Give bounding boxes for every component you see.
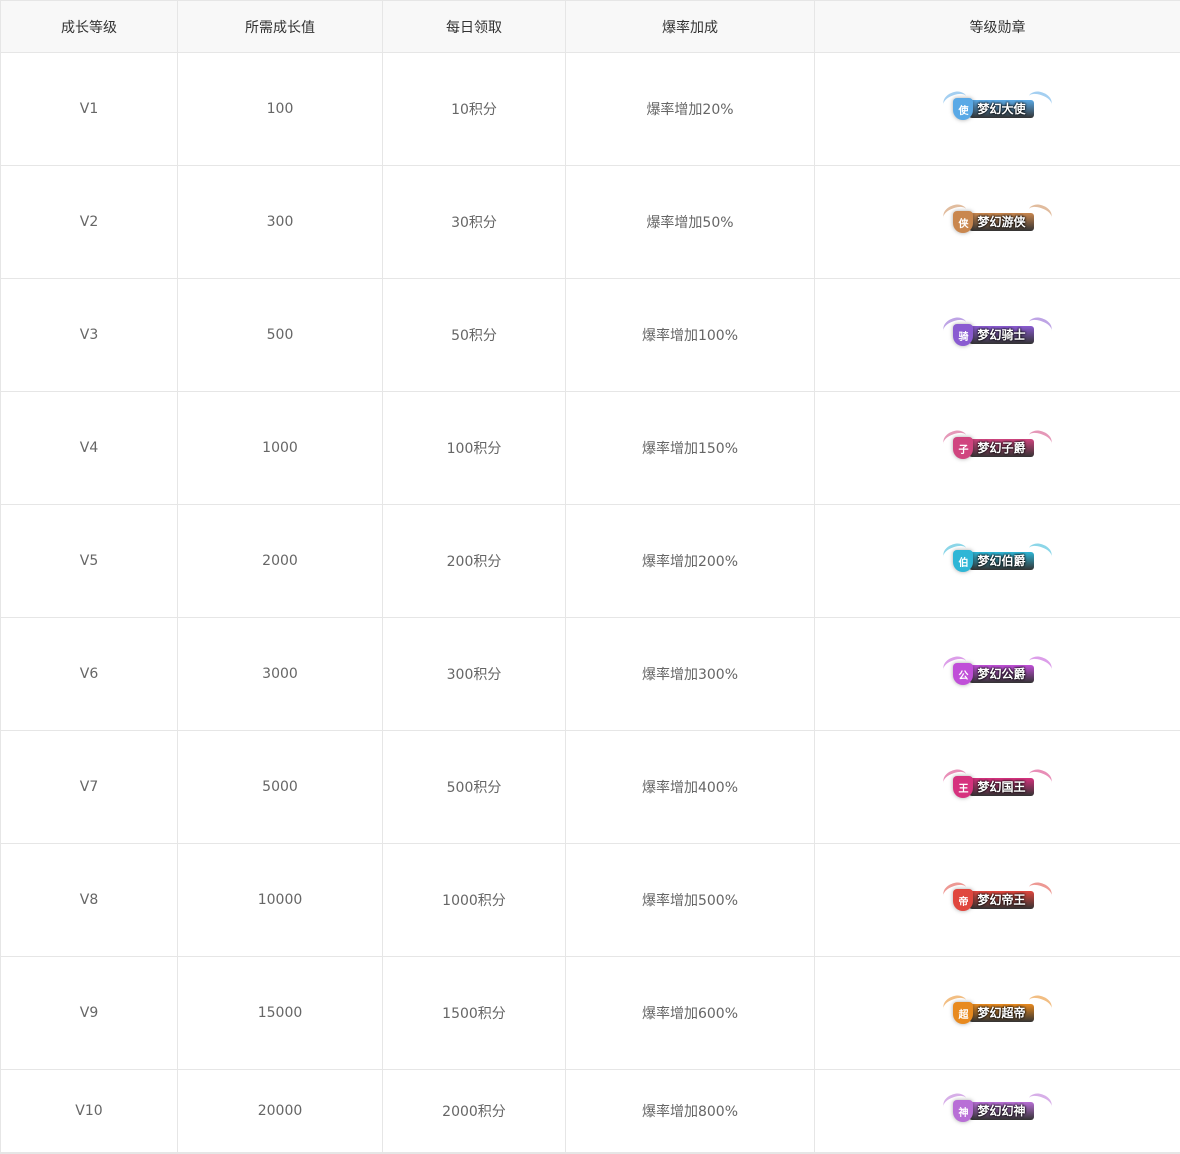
level-badge: 王梦幻国王 <box>941 766 1054 800</box>
level-cell: V6 <box>0 617 178 731</box>
header-daily-claim: 每日领取 <box>382 0 566 53</box>
daily-points-cell: 200积分 <box>382 504 566 618</box>
level-cell: V9 <box>0 956 178 1070</box>
badge-cell: 侠梦幻游侠 <box>814 165 1180 279</box>
level-badge: 伯梦幻伯爵 <box>941 540 1054 574</box>
drop-rate-bonus-cell: 爆率增加300% <box>565 617 815 731</box>
table-header-row: 成长等级 所需成长值 每日领取 爆率加成 等级勋章 <box>0 0 1180 53</box>
table-row: V2 300 30积分 爆率增加50% 侠梦幻游侠 <box>0 165 1180 279</box>
badge-cell: 神梦幻幻神 <box>814 1069 1180 1154</box>
table-row: V9 15000 1500积分 爆率增加600% 超梦幻超帝 <box>0 956 1180 1070</box>
level-badge: 骑梦幻骑士 <box>941 314 1054 348</box>
growth-value-cell: 15000 <box>177 956 383 1070</box>
growth-value-cell: 2000 <box>177 504 383 618</box>
table-row: V1 100 10积分 爆率增加20% 使梦幻大使 <box>0 52 1180 166</box>
level-badge: 神梦幻幻神 <box>941 1090 1054 1124</box>
badge-title: 梦幻骑士 <box>969 326 1034 344</box>
daily-points-cell: 10积分 <box>382 52 566 166</box>
daily-points-cell: 1500积分 <box>382 956 566 1070</box>
badge-title: 梦幻伯爵 <box>969 552 1034 570</box>
growth-value-cell: 20000 <box>177 1069 383 1154</box>
vip-level-table: 成长等级 所需成长值 每日领取 爆率加成 等级勋章 V1 100 10积分 爆率增加2… <box>0 0 1180 1154</box>
level-cell: V7 <box>0 730 178 844</box>
badge-cell: 子梦幻子爵 <box>814 391 1180 505</box>
level-cell: V8 <box>0 843 178 957</box>
growth-value-cell: 500 <box>177 278 383 392</box>
header-level-badge: 等级勋章 <box>814 0 1180 53</box>
level-badge: 公梦幻公爵 <box>941 653 1054 687</box>
daily-points-cell: 30积分 <box>382 165 566 279</box>
daily-points-cell: 500积分 <box>382 730 566 844</box>
table-row: V5 2000 200积分 爆率增加200% 伯梦幻伯爵 <box>0 504 1180 618</box>
header-drop-rate-bonus: 爆率加成 <box>565 0 815 53</box>
table-row: V10 20000 2000积分 爆率增加800% 神梦幻幻神 <box>0 1069 1180 1154</box>
growth-value-cell: 1000 <box>177 391 383 505</box>
level-cell: V5 <box>0 504 178 618</box>
table-row: V8 10000 1000积分 爆率增加500% 帝梦幻帝王 <box>0 843 1180 957</box>
growth-value-cell: 3000 <box>177 617 383 731</box>
badge-cell: 骑梦幻骑士 <box>814 278 1180 392</box>
drop-rate-bonus-cell: 爆率增加50% <box>565 165 815 279</box>
badge-title: 梦幻大使 <box>969 100 1034 118</box>
drop-rate-bonus-cell: 爆率增加600% <box>565 956 815 1070</box>
table-row: V3 500 50积分 爆率增加100% 骑梦幻骑士 <box>0 278 1180 392</box>
badge-cell: 公梦幻公爵 <box>814 617 1180 731</box>
badge-title: 梦幻帝王 <box>969 891 1034 909</box>
drop-rate-bonus-cell: 爆率增加500% <box>565 843 815 957</box>
level-badge: 子梦幻子爵 <box>941 427 1054 461</box>
daily-points-cell: 50积分 <box>382 278 566 392</box>
daily-points-cell: 2000积分 <box>382 1069 566 1154</box>
drop-rate-bonus-cell: 爆率增加100% <box>565 278 815 392</box>
daily-points-cell: 300积分 <box>382 617 566 731</box>
table-row: V4 1000 100积分 爆率增加150% 子梦幻子爵 <box>0 391 1180 505</box>
level-cell: V4 <box>0 391 178 505</box>
level-cell: V1 <box>0 52 178 166</box>
header-required-growth: 所需成长值 <box>177 0 383 53</box>
drop-rate-bonus-cell: 爆率增加20% <box>565 52 815 166</box>
growth-value-cell: 10000 <box>177 843 383 957</box>
daily-points-cell: 100积分 <box>382 391 566 505</box>
drop-rate-bonus-cell: 爆率增加800% <box>565 1069 815 1154</box>
badge-cell: 使梦幻大使 <box>814 52 1180 166</box>
level-badge: 帝梦幻帝王 <box>941 879 1054 913</box>
growth-value-cell: 300 <box>177 165 383 279</box>
level-badge: 使梦幻大使 <box>941 88 1054 122</box>
table-row: V7 5000 500积分 爆率增加400% 王梦幻国王 <box>0 730 1180 844</box>
drop-rate-bonus-cell: 爆率增加400% <box>565 730 815 844</box>
level-badge: 超梦幻超帝 <box>941 992 1054 1026</box>
growth-value-cell: 100 <box>177 52 383 166</box>
level-cell: V3 <box>0 278 178 392</box>
badge-title: 梦幻子爵 <box>969 439 1034 457</box>
badge-title: 梦幻游侠 <box>969 213 1034 231</box>
drop-rate-bonus-cell: 爆率增加150% <box>565 391 815 505</box>
level-cell: V2 <box>0 165 178 279</box>
badge-cell: 超梦幻超帝 <box>814 956 1180 1070</box>
badge-cell: 伯梦幻伯爵 <box>814 504 1180 618</box>
badge-title: 梦幻超帝 <box>969 1004 1034 1022</box>
badge-cell: 帝梦幻帝王 <box>814 843 1180 957</box>
level-cell: V10 <box>0 1069 178 1154</box>
header-growth-level: 成长等级 <box>0 0 178 53</box>
daily-points-cell: 1000积分 <box>382 843 566 957</box>
table-row: V6 3000 300积分 爆率增加300% 公梦幻公爵 <box>0 617 1180 731</box>
growth-value-cell: 5000 <box>177 730 383 844</box>
badge-title: 梦幻幻神 <box>969 1102 1034 1120</box>
badge-title: 梦幻公爵 <box>969 665 1034 683</box>
level-badge: 侠梦幻游侠 <box>941 201 1054 235</box>
badge-title: 梦幻国王 <box>969 778 1034 796</box>
badge-cell: 王梦幻国王 <box>814 730 1180 844</box>
drop-rate-bonus-cell: 爆率增加200% <box>565 504 815 618</box>
